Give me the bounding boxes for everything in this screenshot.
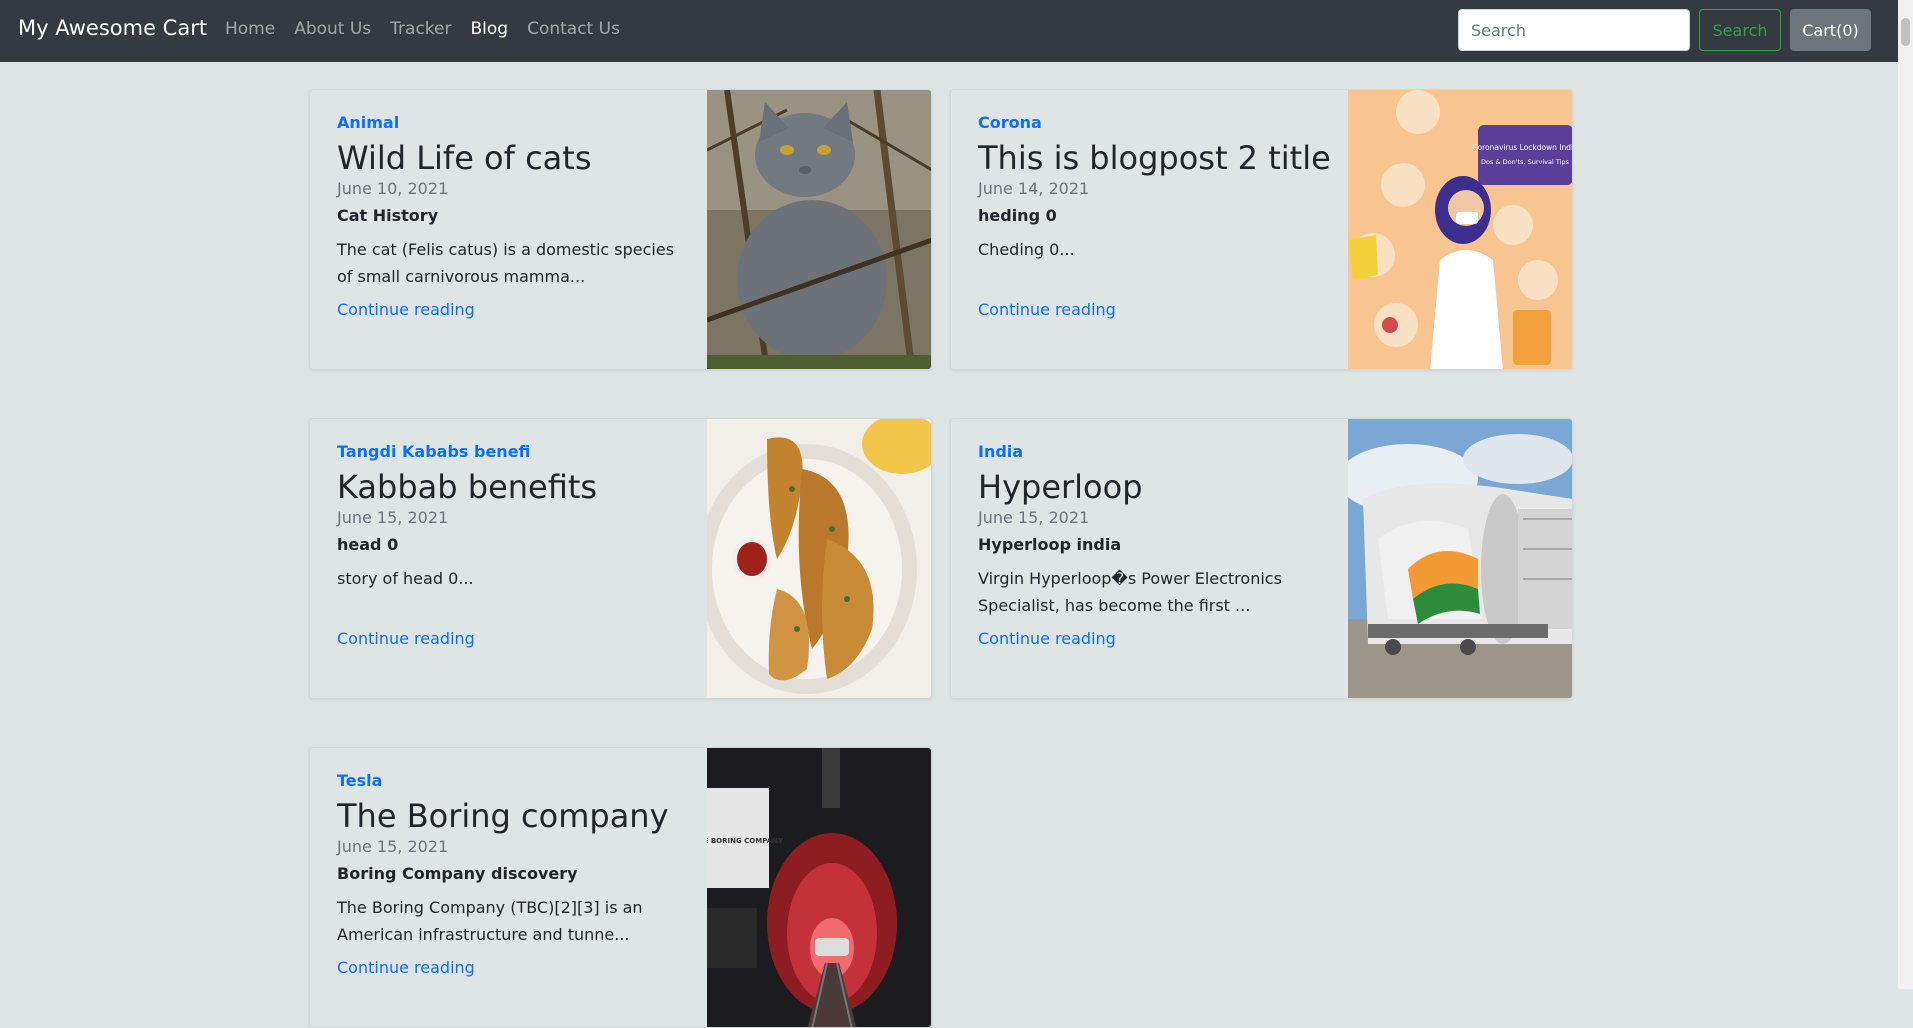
post-body: Tesla The Boring company June 15, 2021 B… (337, 770, 687, 979)
coronavirus-lockdown-illustration: Coronavirus Lockdown India Dos & Don'ts,… (1348, 90, 1573, 369)
post-body: Corona This is blogpost 2 title June 14,… (978, 112, 1331, 321)
fried-chicken-photo (707, 419, 931, 698)
post-body: Tangdi Kababs benefi Kabbab benefits Jun… (337, 441, 687, 650)
continue-reading-link[interactable]: Continue reading (978, 299, 1328, 321)
post-heading: Boring Company discovery (337, 864, 578, 883)
post-date: June 15, 2021 (337, 508, 449, 527)
post-category: Animal (337, 113, 400, 132)
post-title: Wild Life of cats (337, 139, 592, 177)
post-excerpt: The Boring Company (TBC)[2][3] is an Ame… (337, 898, 643, 944)
corona-banner-text: Coronavirus Lockdown India (1472, 143, 1573, 152)
post-heading: Hyperloop india (978, 535, 1122, 554)
continue-reading-link[interactable]: Continue reading (337, 299, 687, 321)
post-date: June 10, 2021 (337, 179, 449, 198)
navbar: My Awesome Cart Home About Us Tracker Bl… (0, 0, 1913, 62)
continue-reading-link[interactable]: Continue reading (337, 628, 687, 650)
blog-post-card: Tangdi Kababs benefi Kabbab benefits Jun… (309, 418, 932, 699)
post-category: India (978, 442, 1024, 461)
post-category: Corona (978, 113, 1042, 132)
post-title: This is blogpost 2 title (978, 139, 1331, 177)
nav-link-about-us[interactable]: About Us (294, 19, 371, 39)
blog-post-card: Tesla The Boring company June 15, 2021 B… (309, 747, 932, 1028)
scrollbar-thumb[interactable] (1901, 18, 1910, 46)
post-body: India Hyperloop June 15, 2021 Hyperloop … (978, 441, 1328, 650)
cart-button[interactable]: Cart(0) (1790, 9, 1871, 51)
post-heading: heding 0 (978, 206, 1057, 225)
post-title: Hyperloop (978, 468, 1143, 506)
search-input[interactable] (1458, 9, 1690, 51)
nav-link-blog[interactable]: Blog (471, 19, 509, 39)
post-excerpt: The cat (Felis catus) is a domestic spec… (337, 240, 675, 286)
page-scrollbar[interactable] (1898, 0, 1913, 989)
boring-company-sign: THE BORING COMPANY (707, 837, 784, 845)
cat-photo (707, 90, 931, 369)
hyperloop-pod-photo (1348, 419, 1572, 698)
post-title: The Boring company (337, 797, 669, 835)
post-excerpt: Virgin Hyperloop�s Power Electronics Spe… (978, 569, 1282, 615)
brand-logo[interactable]: My Awesome Cart (18, 16, 207, 40)
continue-reading-link[interactable]: Continue reading (978, 628, 1328, 650)
nav-link-home[interactable]: Home (225, 19, 275, 39)
post-date: June 15, 2021 (978, 508, 1090, 527)
corona-banner-subtext: Dos & Don'ts, Survival Tips (1481, 158, 1570, 166)
post-excerpt: Cheding 0... (978, 240, 1075, 259)
post-date: June 14, 2021 (978, 179, 1090, 198)
blog-post-card: Corona This is blogpost 2 title June 14,… (950, 89, 1573, 370)
blog-post-card: Animal Wild Life of cats June 10, 2021 C… (309, 89, 932, 370)
nav-links: Home About Us Tracker Blog Contact Us (225, 19, 620, 39)
post-title: Kabbab benefits (337, 468, 598, 506)
post-excerpt: story of head 0... (337, 569, 474, 588)
post-heading: Cat History (337, 206, 439, 225)
post-heading: head 0 (337, 535, 399, 554)
post-body: Animal Wild Life of cats June 10, 2021 C… (337, 112, 687, 321)
post-category: Tangdi Kababs benefi (337, 442, 531, 461)
nav-link-tracker[interactable]: Tracker (390, 19, 451, 39)
search-button[interactable]: Search (1699, 9, 1781, 51)
nav-link-contact-us[interactable]: Contact Us (527, 19, 620, 39)
continue-reading-link[interactable]: Continue reading (337, 957, 687, 979)
post-category: Tesla (337, 771, 383, 790)
blog-post-card: India Hyperloop June 15, 2021 Hyperloop … (950, 418, 1573, 699)
post-date: June 15, 2021 (337, 837, 449, 856)
boring-company-tunnel-photo: THE BORING COMPANY (707, 748, 931, 1027)
